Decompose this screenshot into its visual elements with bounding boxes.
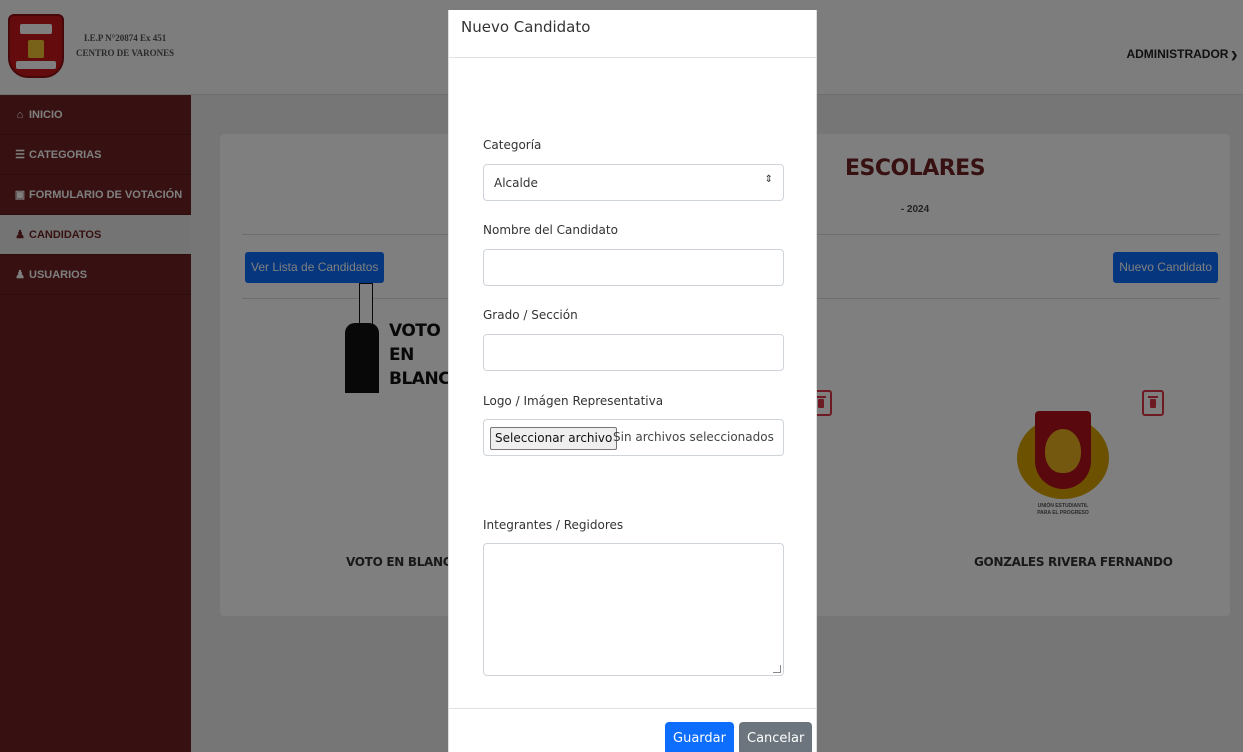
grade-section-input[interactable]	[483, 334, 784, 371]
save-button[interactable]: Guardar	[665, 722, 734, 752]
members-label: Integrantes / Regidores	[483, 518, 624, 532]
category-label: Categoría	[483, 138, 542, 152]
grade-section-label: Grado / Sección	[483, 308, 578, 322]
logo-file-input: Seleccionar archivo Sin archivos selecci…	[483, 419, 784, 456]
divider	[449, 708, 816, 709]
new-candidate-modal: Nuevo Candidato Categoría Alcalde ⇕ Nomb…	[448, 10, 817, 752]
file-status: Sin archivos seleccionados	[613, 430, 774, 444]
logo-label: Logo / Imágen Representativa	[483, 394, 664, 408]
category-select-value: Alcalde	[494, 176, 538, 190]
members-textarea[interactable]	[483, 543, 784, 676]
candidate-name-input[interactable]	[483, 249, 784, 286]
category-select[interactable]: Alcalde ⇕	[483, 164, 784, 201]
cancel-button[interactable]: Cancelar	[739, 722, 813, 752]
modal-title: Nuevo Candidato	[461, 18, 591, 36]
resize-grip-icon[interactable]	[773, 665, 781, 673]
divider	[449, 57, 816, 58]
select-arrows-icon: ⇕	[764, 174, 773, 185]
choose-file-button[interactable]: Seleccionar archivo	[490, 427, 618, 450]
candidate-name-label: Nombre del Candidato	[483, 223, 618, 237]
